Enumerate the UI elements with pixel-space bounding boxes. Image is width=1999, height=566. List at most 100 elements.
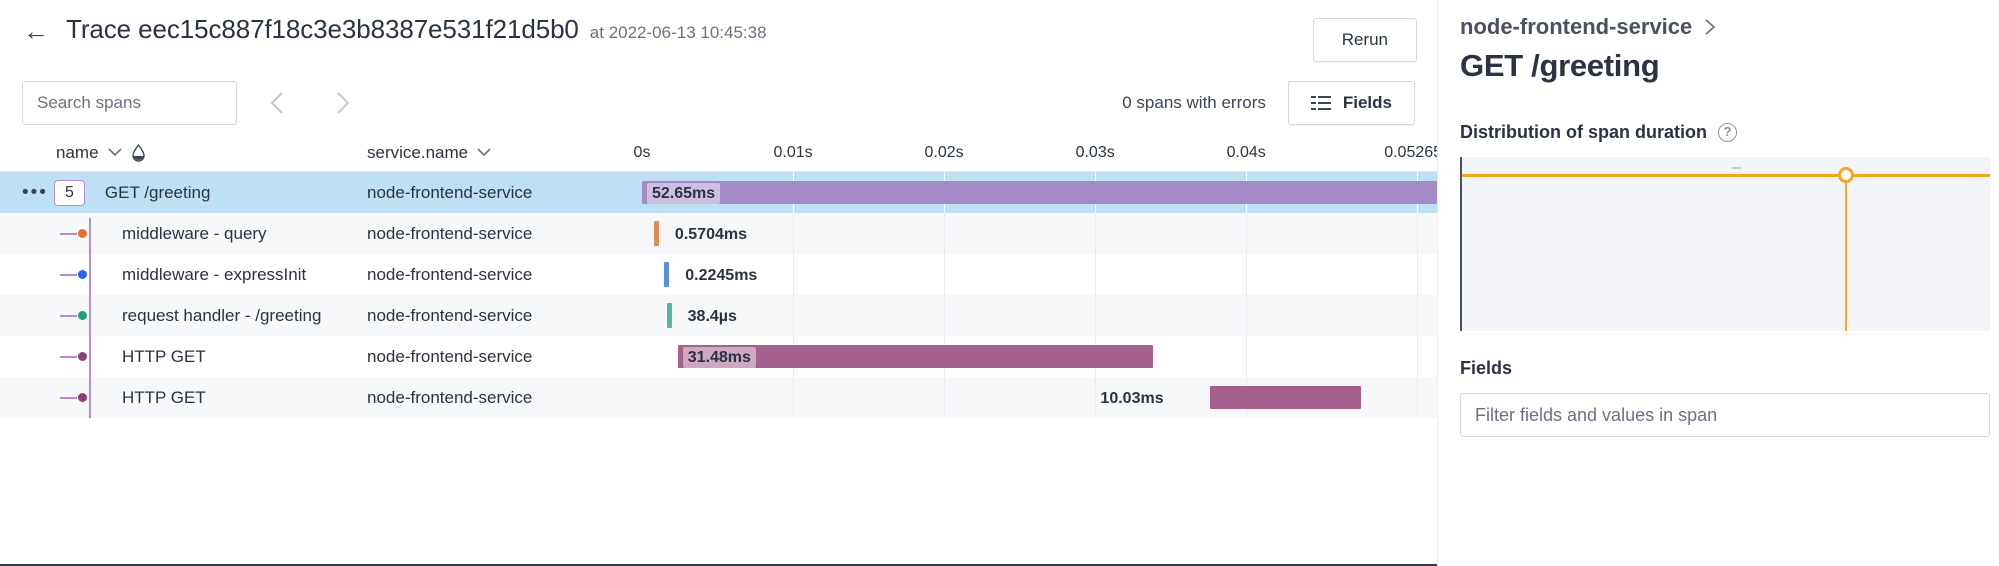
timeline-gridline xyxy=(1417,254,1418,295)
timeline-gridline xyxy=(1417,295,1418,336)
tree-connector xyxy=(52,295,108,336)
fields-button[interactable]: Fields xyxy=(1288,81,1415,125)
fields-filter-input[interactable] xyxy=(1460,393,1990,437)
breadcrumb: node-frontend-service xyxy=(1460,14,1999,40)
list-settings-icon xyxy=(1311,95,1331,111)
span-service-label: node-frontend-service xyxy=(367,347,642,367)
prev-span-button[interactable] xyxy=(251,81,303,125)
tree-branch-line xyxy=(60,356,77,358)
table-row[interactable]: HTTP GET node-frontend-service 31.48ms xyxy=(0,336,1437,377)
spans-toolbar: 0 spans with errors Fields xyxy=(0,72,1437,134)
span-name-label: GET /greeting xyxy=(105,183,211,203)
tree-trunk-line xyxy=(89,218,91,418)
span-duration-bar[interactable] xyxy=(664,262,669,287)
tree-connector xyxy=(52,336,108,377)
timeline-gridline xyxy=(1095,295,1096,336)
timeline-gridline xyxy=(793,377,794,418)
table-row[interactable]: HTTP GETnode-frontend-service10.03ms xyxy=(0,377,1437,418)
chevron-down-icon[interactable] xyxy=(477,148,491,157)
child-count-badge[interactable]: 5 xyxy=(54,180,85,206)
trace-id-title: Trace eec15c887f18c3e3b8387e531f21d5b0 xyxy=(66,14,579,45)
more-options-icon[interactable]: ••• xyxy=(22,183,52,202)
tree-branch-line xyxy=(60,315,77,317)
span-timeline-cell: 0.2245ms xyxy=(642,254,1437,295)
span-color-dot xyxy=(78,393,87,402)
span-name-label: middleware - expressInit xyxy=(122,265,306,285)
timeline-gridline xyxy=(1417,213,1418,254)
span-name-cell: middleware - query xyxy=(22,213,367,254)
tree-branch-line xyxy=(60,233,77,235)
distribution-marker-point[interactable] xyxy=(1838,167,1854,183)
rerun-button[interactable]: Rerun xyxy=(1313,18,1417,62)
timeline-gridline xyxy=(1246,336,1247,377)
table-row[interactable]: middleware - expressInit node-frontend-se… xyxy=(0,254,1437,295)
spans-with-errors-text: 0 spans with errors xyxy=(1122,93,1266,113)
span-duration-bar[interactable] xyxy=(654,221,659,246)
span-service-label: node-frontend-service xyxy=(367,265,642,285)
droplet-filter-icon[interactable] xyxy=(131,144,146,162)
trace-pane: ← Trace eec15c887f18c3e3b8387e531f21d5b0… xyxy=(0,0,1437,566)
span-duration-bar[interactable] xyxy=(667,303,672,328)
trace-timestamp: at 2022-06-13 10:45:38 xyxy=(590,23,767,43)
timeline-gridline xyxy=(1246,254,1247,295)
tree-connector xyxy=(52,213,108,254)
tree-branch-line xyxy=(60,274,77,276)
toolbar-right-group: 0 spans with errors Fields xyxy=(1122,81,1415,125)
back-arrow-icon[interactable]: ← xyxy=(22,12,50,46)
chevron-right-icon xyxy=(1704,18,1716,36)
timeline-gridline xyxy=(793,213,794,254)
span-timeline-cell: 52.65ms xyxy=(642,172,1437,213)
question-mark-icon[interactable]: ? xyxy=(1718,123,1737,142)
span-duration-label: 0.5704ms xyxy=(670,224,752,245)
span-name-label: request handler - /greeting xyxy=(122,306,321,326)
time-tick-label: 0.02s xyxy=(925,144,964,162)
span-name-cell: request handler - /greeting xyxy=(22,295,367,336)
chevron-right-icon xyxy=(332,88,354,118)
timeline-gridline xyxy=(1246,295,1247,336)
span-duration-label: 10.03ms xyxy=(1095,388,1168,409)
breadcrumb-service[interactable]: node-frontend-service xyxy=(1460,14,1692,40)
span-name-cell: •••5 GET /greeting xyxy=(22,172,367,213)
distribution-section-header: Distribution of span duration ? xyxy=(1460,122,1999,143)
table-row[interactable]: request handler - /greetingnode-frontend… xyxy=(0,295,1437,336)
timeline-gridline xyxy=(1417,377,1418,418)
column-service-label: service.name xyxy=(367,143,468,163)
span-detail-title: GET /greeting xyxy=(1460,48,1999,84)
timeline-gridline xyxy=(944,295,945,336)
time-tick-label: 0.01s xyxy=(773,144,812,162)
column-name-header[interactable]: name xyxy=(22,143,367,163)
next-span-button[interactable] xyxy=(317,81,369,125)
tree-connector xyxy=(52,254,108,295)
span-duration-bar[interactable] xyxy=(642,181,1437,204)
chart-tick-mark xyxy=(1732,167,1741,169)
distribution-baseline xyxy=(1462,174,1990,177)
column-service-header[interactable]: service.name xyxy=(367,143,642,163)
span-service-label: node-frontend-service xyxy=(367,224,642,244)
page-title: Trace eec15c887f18c3e3b8387e531f21d5b0 a… xyxy=(66,12,1313,45)
distribution-marker-line xyxy=(1845,174,1848,331)
span-color-dot xyxy=(78,229,87,238)
span-timeline-cell: 10.03ms xyxy=(642,377,1437,418)
column-name-label: name xyxy=(56,143,99,163)
timeline-gridline xyxy=(944,213,945,254)
span-duration-bar[interactable] xyxy=(1210,386,1361,409)
time-tick-label: 0.04s xyxy=(1227,144,1266,162)
span-name-cell: HTTP GET xyxy=(22,377,367,418)
timeline-gridline xyxy=(944,377,945,418)
tree-branch-line xyxy=(60,397,77,399)
span-duration-distribution-chart[interactable] xyxy=(1460,157,1990,331)
search-spans-input[interactable] xyxy=(22,81,237,125)
trace-explorer: ← Trace eec15c887f18c3e3b8387e531f21d5b0… xyxy=(0,0,1999,566)
timeline-gridline xyxy=(793,295,794,336)
chevron-down-icon[interactable] xyxy=(108,148,122,157)
span-duration-label: 31.48ms xyxy=(683,347,756,368)
span-timeline-cell: 31.48ms xyxy=(642,336,1437,377)
span-duration-label: 0.2245ms xyxy=(680,265,762,286)
timeline-gridline xyxy=(1246,213,1247,254)
tree-connector xyxy=(52,377,108,418)
table-row[interactable]: middleware - querynode-frontend-service 0… xyxy=(0,213,1437,254)
timeline-gridline xyxy=(1417,336,1418,377)
span-name-label: HTTP GET xyxy=(122,347,206,367)
timeline-gridline xyxy=(944,254,945,295)
table-row[interactable]: •••5GET /greetingnode-frontend-service52… xyxy=(0,172,1437,213)
